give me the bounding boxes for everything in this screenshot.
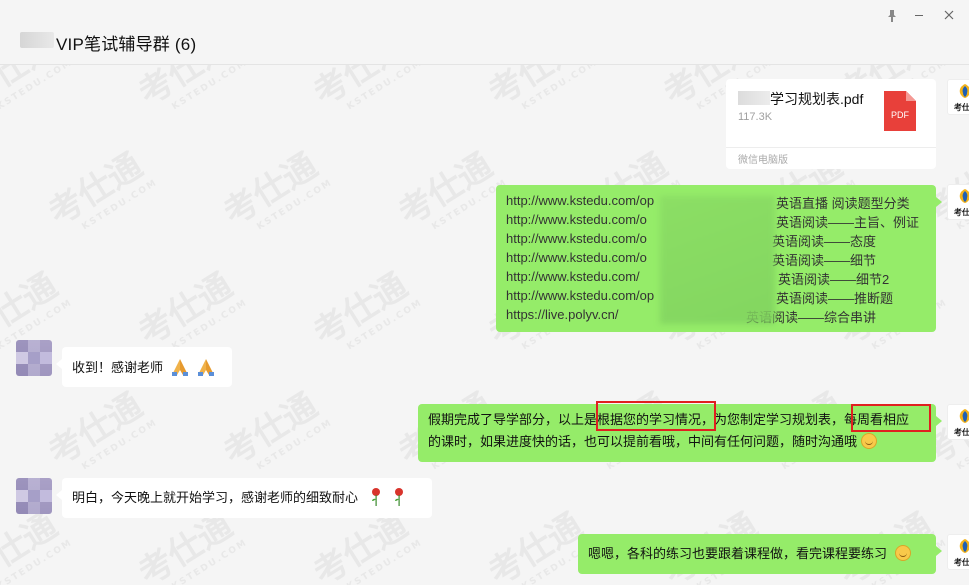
- pin-icon[interactable]: [885, 10, 899, 24]
- watermark-text: 考仕通: [481, 505, 590, 585]
- watermark-subtext: KSTEDU.COM: [345, 297, 425, 353]
- pdf-icon-label: PDF: [891, 110, 910, 120]
- watermark-subtext: KSTEDU.COM: [255, 177, 335, 233]
- practice-reminder-message[interactable]: 嗯嗯，各科的练习也要跟着课程做，看完课程要练习: [578, 534, 942, 574]
- file-name: 学习规划表.pdf: [770, 91, 864, 107]
- pdf-file-icon: PDF: [884, 91, 916, 131]
- chat-header: VIP笔试辅导群 (6): [0, 0, 969, 65]
- link-description: 英语阅读——推断题: [776, 291, 894, 306]
- student-avatar[interactable]: [16, 478, 52, 514]
- link-url[interactable]: http://www.kstedu.com/o: [506, 212, 647, 227]
- link-description: 英语阅读——态度: [772, 234, 877, 249]
- link-url[interactable]: http://www.kstedu.com/o: [506, 231, 647, 246]
- student-reply-text-2: 明白，今天晚上就开始学习，感谢老师的细致耐心: [72, 490, 359, 505]
- link-url[interactable]: http://www.kstedu.com/op: [506, 193, 654, 208]
- file-source: 微信电脑版: [738, 155, 788, 166]
- teacher-avatar[interactable]: 考仕通: [947, 404, 969, 440]
- watermark: 考仕通KSTEDU.COM: [38, 136, 160, 243]
- teacher-avatar-label: 考仕通: [954, 428, 969, 437]
- study-plan-message[interactable]: 假期完成了导学部分，以上是根据您的学习情况，为您制定学习规划表，每周看相应 的课…: [418, 404, 942, 462]
- link-description: 英语阅读——细节2: [778, 272, 890, 287]
- watermark-subtext: KSTEDU.COM: [345, 537, 425, 585]
- watermark-subtext: KSTEDU.COM: [170, 297, 250, 353]
- kstedu-logo-icon: [959, 539, 969, 553]
- folded-hands-icon: [171, 359, 188, 376]
- study-plan-text-c: ，为您制定学习规划表，: [701, 412, 845, 427]
- file-size: 117.3K: [738, 111, 773, 123]
- watermark-text: 考仕通: [0, 505, 65, 585]
- rose-icon: [395, 488, 404, 506]
- watermark-subtext: KSTEDU.COM: [170, 57, 250, 113]
- teacher-avatar[interactable]: 考仕通: [947, 184, 969, 220]
- link-description: 英语阅读——细节: [772, 253, 877, 268]
- watermark-subtext: KSTEDU.COM: [0, 57, 75, 113]
- minimize-icon[interactable]: [912, 10, 926, 24]
- watermark: 考仕通KSTEDU.COM: [388, 136, 510, 243]
- watermark-text: 考仕通: [216, 385, 325, 474]
- watermark-text: 考仕通: [131, 265, 240, 354]
- kstedu-logo-icon: [959, 189, 969, 203]
- study-plan-highlight-2: 每周看相应: [844, 412, 910, 427]
- study-plan-line-2: 的课时，如果进度快的话，也可以提前看哦，中间有任何问题，随时沟通哦: [428, 432, 928, 451]
- chat-title: VIP笔试辅导群 (6): [56, 35, 197, 54]
- teacher-avatar-label: 考仕通: [954, 103, 969, 112]
- link-url[interactable]: http://www.kstedu.com/o: [506, 250, 647, 265]
- watermark-subtext: KSTEDU.COM: [520, 57, 600, 113]
- close-icon[interactable]: [942, 10, 956, 24]
- watermark-subtext: KSTEDU.COM: [255, 417, 335, 473]
- study-plan-text-line2: 的课时，如果进度快的话，也可以提前看哦，中间有任何问题，随时沟通哦: [428, 434, 858, 449]
- teacher-avatar[interactable]: 考仕通: [947, 534, 969, 570]
- study-plan-text-a: 假期完成了导学部分，以上是: [428, 412, 598, 427]
- teacher-avatar-label: 考仕通: [954, 558, 969, 567]
- link-url[interactable]: https://live.polyv.cn/: [506, 307, 618, 322]
- link-url[interactable]: http://www.kstedu.com/op: [506, 288, 654, 303]
- watermark-text: 考仕通: [391, 145, 500, 234]
- practice-reminder-text: 嗯嗯，各科的练习也要跟着课程做，看完课程要练习: [588, 546, 888, 561]
- link-url[interactable]: http://www.kstedu.com/: [506, 269, 640, 284]
- watermark-text: 考仕通: [41, 145, 150, 234]
- teacher-avatar[interactable]: 考仕通: [947, 79, 969, 115]
- watermark-text: 考仕通: [306, 265, 415, 354]
- watermark-subtext: KSTEDU.COM: [0, 537, 75, 585]
- watermark: 考仕通KSTEDU.COM: [38, 376, 160, 483]
- watermark-subtext: KSTEDU.COM: [170, 537, 250, 585]
- watermark: 考仕通KSTEDU.COM: [213, 376, 335, 483]
- watermark-subtext: KSTEDU.COM: [80, 417, 160, 473]
- title-redacted-region: [20, 32, 54, 48]
- file-message[interactable]: 学习规划表.pdf 117.3K PDF 微信电脑版: [726, 79, 936, 169]
- study-plan-line-1: 假期完成了导学部分，以上是根据您的学习情况，为您制定学习规划表，每周看相应: [428, 410, 928, 429]
- kstedu-logo-icon: [959, 84, 969, 98]
- rose-icon: [371, 488, 380, 506]
- kstedu-logo-icon: [959, 409, 969, 423]
- watermark-text: 考仕通: [41, 385, 150, 474]
- file-divider: [726, 147, 936, 148]
- smile-emoji-icon: [860, 433, 877, 449]
- folded-hands-icon: [198, 359, 215, 376]
- study-plan-highlight-1: 根据您的学习情况: [597, 412, 702, 427]
- watermark: 考仕通KSTEDU.COM: [213, 136, 335, 243]
- student-reply-message-2[interactable]: 明白，今天晚上就开始学习，感谢老师的细致耐心: [56, 478, 432, 518]
- watermark-text: 考仕通: [216, 145, 325, 234]
- student-avatar[interactable]: [16, 340, 52, 376]
- watermark-subtext: KSTEDU.COM: [345, 57, 425, 113]
- links-redacted-region: [660, 196, 775, 324]
- link-description: 英语直播 阅读题型分类: [776, 196, 910, 211]
- watermark-subtext: KSTEDU.COM: [80, 177, 160, 233]
- watermark: 考仕通KSTEDU.COM: [303, 256, 425, 363]
- smile-emoji-icon: [894, 545, 911, 561]
- teacher-avatar-label: 考仕通: [954, 208, 969, 217]
- student-reply-message[interactable]: 收到！感谢老师: [56, 347, 232, 387]
- file-name-redacted: [738, 91, 770, 105]
- link-description: 英语阅读——主旨、例证: [776, 215, 920, 230]
- student-reply-text: 收到！感谢老师: [72, 360, 164, 375]
